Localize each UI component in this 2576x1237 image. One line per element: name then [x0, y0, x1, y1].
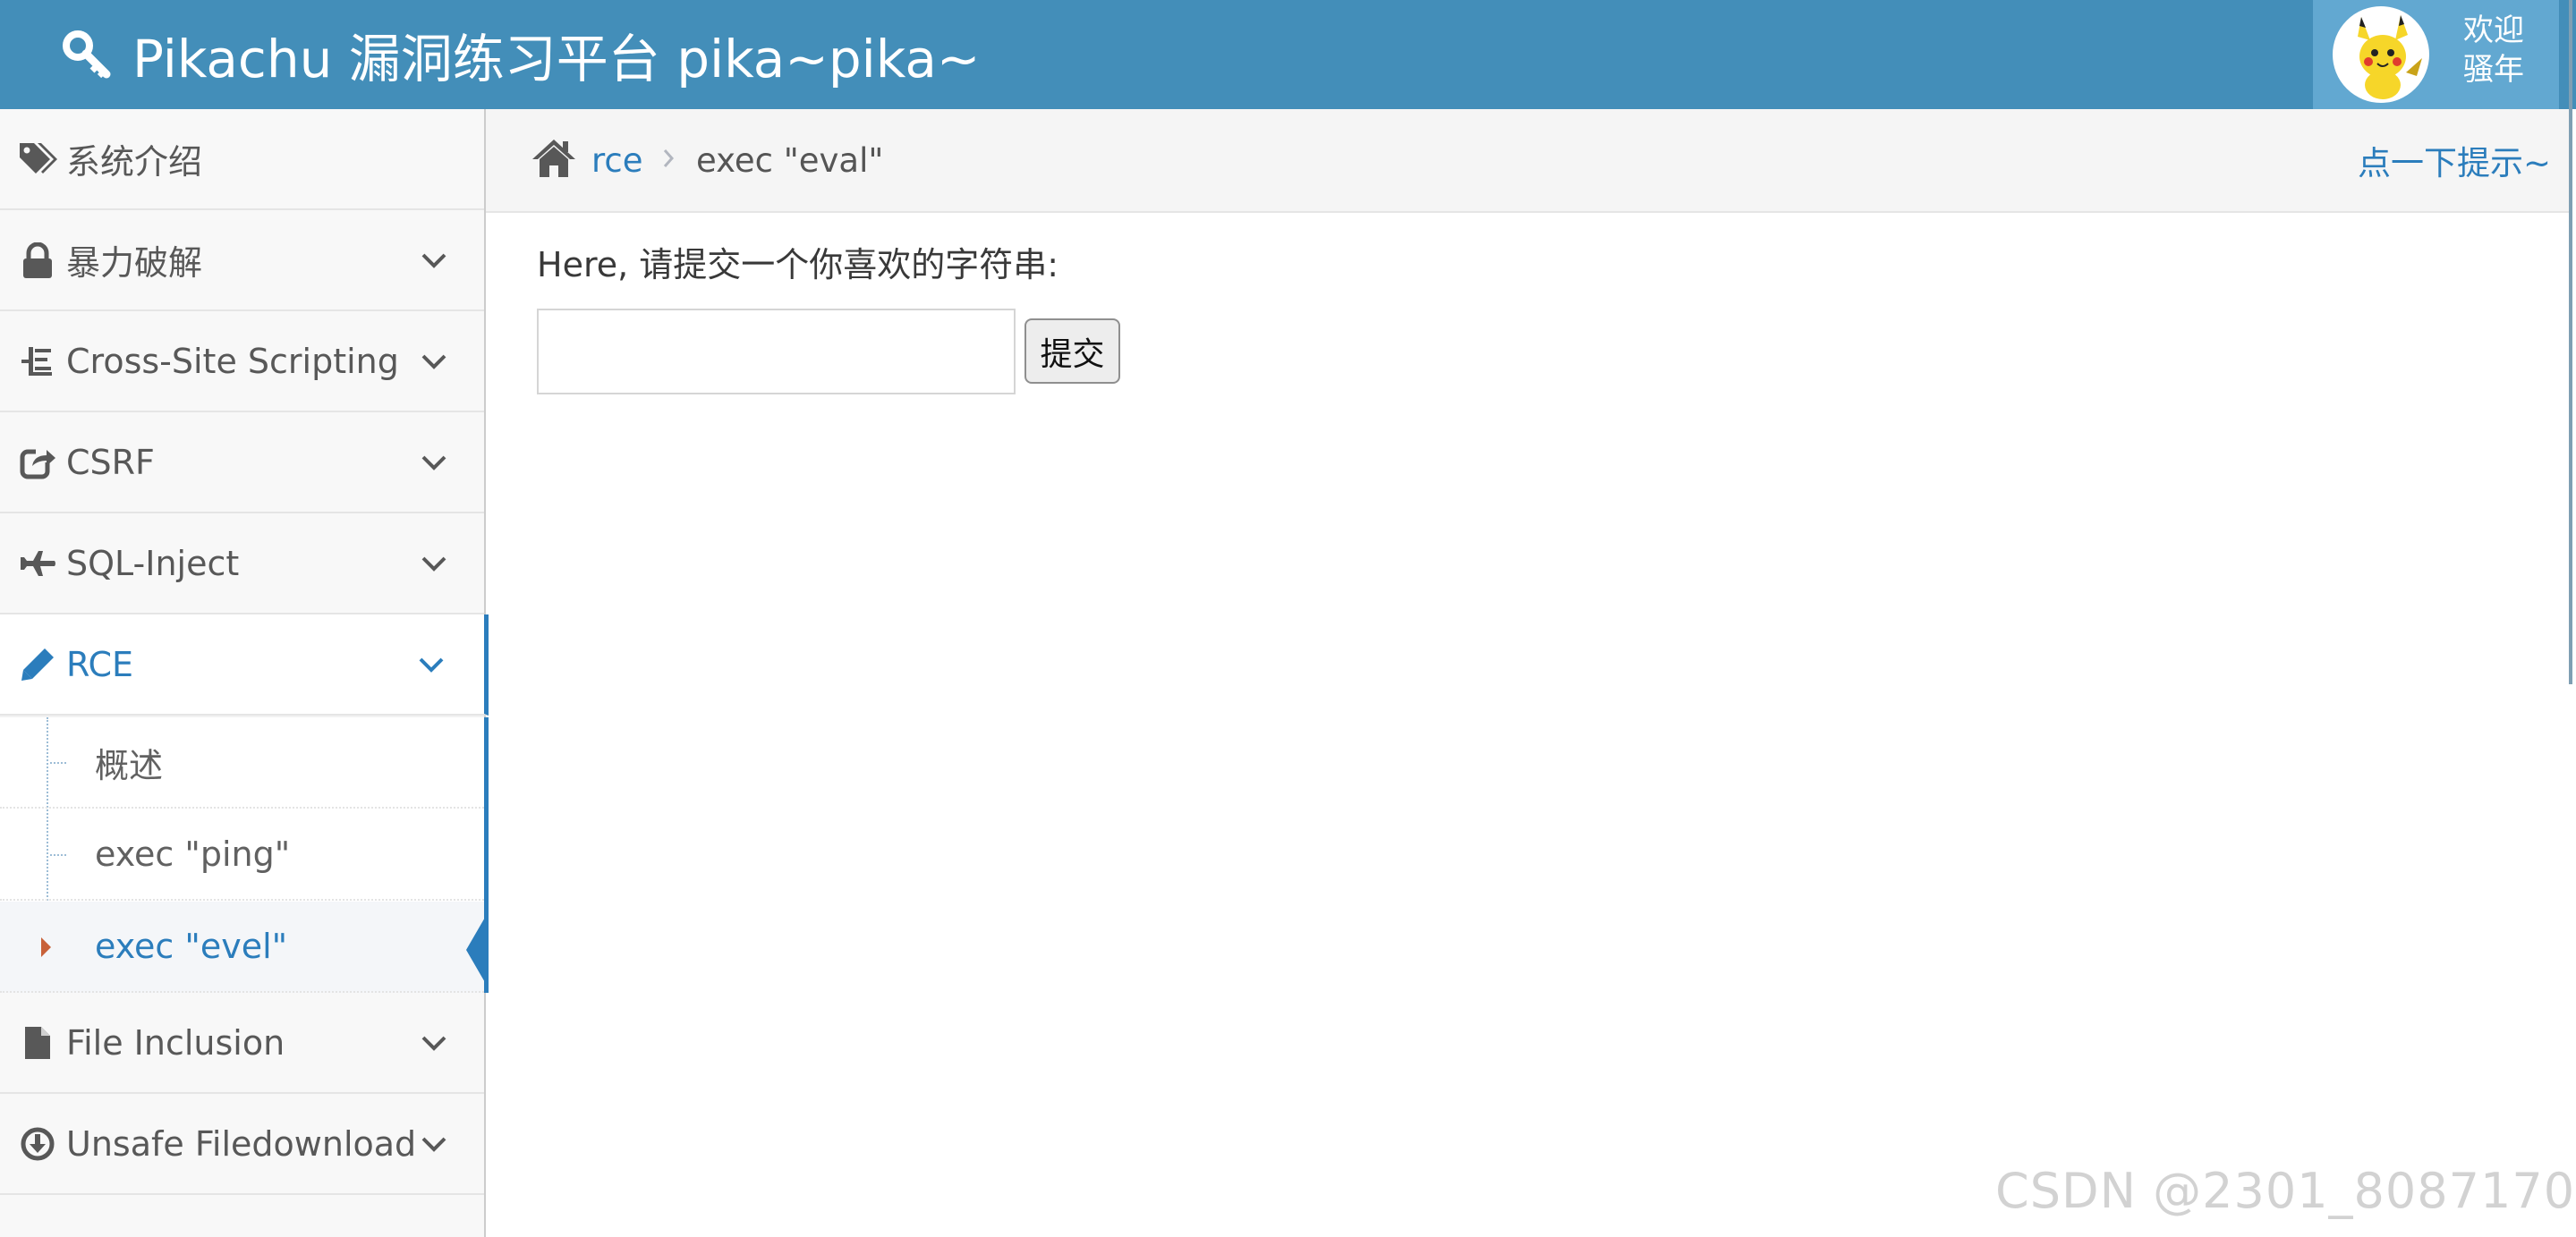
- sidebar-item-label: 暴力破解: [66, 243, 203, 283]
- chevron-down-icon: [421, 556, 446, 572]
- submenu-item-overview[interactable]: 概述: [0, 717, 484, 809]
- lock-icon: [16, 239, 59, 282]
- user-greeting-line1: 欢迎: [2463, 13, 2524, 48]
- hint-link[interactable]: 点一下提示~: [2358, 136, 2551, 184]
- plane-icon: [16, 542, 59, 585]
- brand[interactable]: Pikachu 漏洞练习平台 pika~pika~: [61, 16, 981, 93]
- tree-connector: [50, 854, 66, 856]
- submenu-item-exec-ping[interactable]: exec "ping": [0, 809, 484, 901]
- tags-icon: [16, 138, 59, 181]
- prompt-text: Here, 请提交一个你喜欢的字符串:: [537, 245, 1059, 284]
- string-input[interactable]: [537, 309, 1016, 394]
- chevron-right-icon: [663, 149, 675, 167]
- breadcrumb-link-rce[interactable]: rce: [591, 141, 643, 180]
- submit-button[interactable]: 提交: [1024, 318, 1120, 384]
- sidebar-item-rce[interactable]: RCE: [0, 614, 489, 716]
- sidebar-item-intro[interactable]: 系统介绍: [0, 109, 484, 210]
- download-circle-icon: [16, 1123, 59, 1165]
- watermark: CSDN @2301_80871705: [1995, 1163, 2576, 1219]
- sidebar-item-sql-inject[interactable]: SQL-Inject: [0, 513, 484, 614]
- sidebar-item-csrf[interactable]: CSRF: [0, 412, 484, 513]
- top-navbar: Pikachu 漏洞练习平台 pika~pika~ 欢迎 骚年: [0, 0, 2576, 109]
- submenu-item-label: exec "ping": [95, 835, 291, 874]
- avatar: [2333, 6, 2429, 103]
- user-greeting: 欢迎 骚年: [2463, 11, 2524, 89]
- active-item-pointer: [466, 916, 486, 984]
- chevron-down-icon: [421, 1036, 446, 1051]
- user-greeting-line2: 骚年: [2463, 52, 2524, 88]
- pencil-icon: [16, 643, 59, 686]
- breadcrumb-current: exec "eval": [696, 140, 884, 180]
- chevron-down-icon: [421, 1137, 446, 1152]
- user-menu[interactable]: 欢迎 骚年: [2313, 0, 2559, 109]
- sidebar-item-label: RCE: [66, 644, 134, 684]
- chevron-down-icon: [421, 253, 446, 268]
- sidebar-item-label: SQL-Inject: [66, 543, 240, 583]
- home-icon[interactable]: [531, 138, 577, 179]
- sidebar-item-label: 系统介绍: [66, 142, 203, 182]
- chevron-down-icon: [419, 657, 444, 673]
- sidebar-item-brute-force[interactable]: 暴力破解: [0, 210, 484, 311]
- submenu-item-label: exec "evel": [95, 927, 288, 966]
- sidebar-item-label: CSRF: [66, 442, 155, 482]
- rce-submenu: 概述 exec "ping" exec "evel": [0, 717, 489, 993]
- sidebar: 系统介绍 暴力破解 Cross-Site Scripting CSRF SQL-…: [0, 109, 489, 1237]
- sidebar-item-unsafe-filedownload[interactable]: Unsafe Filedownload: [0, 1094, 484, 1195]
- submenu-item-label: 概述: [95, 745, 164, 785]
- list-tree-icon: [16, 340, 59, 383]
- caret-right-icon: [41, 937, 51, 957]
- file-icon: [16, 1021, 59, 1064]
- scrollbar[interactable]: [2569, 0, 2572, 684]
- sidebar-item-next[interactable]: [0, 1195, 484, 1237]
- submenu-item-exec-evel[interactable]: exec "evel": [0, 902, 484, 993]
- key-icon: [61, 29, 113, 80]
- chevron-down-icon: [421, 455, 446, 470]
- sidebar-item-label: File Inclusion: [66, 1022, 285, 1063]
- chevron-down-icon: [421, 354, 446, 369]
- sidebar-item-file-inclusion[interactable]: File Inclusion: [0, 993, 484, 1094]
- sidebar-item-xss[interactable]: Cross-Site Scripting: [0, 311, 484, 412]
- share-square-icon: [16, 441, 59, 484]
- breadcrumb: rce exec "eval" 点一下提示~: [486, 109, 2569, 213]
- tree-connector: [50, 762, 66, 764]
- brand-title: Pikachu 漏洞练习平台 pika~pika~: [132, 29, 981, 89]
- sidebar-item-label: Cross-Site Scripting: [66, 341, 399, 381]
- sidebar-item-label: Unsafe Filedownload: [66, 1123, 417, 1164]
